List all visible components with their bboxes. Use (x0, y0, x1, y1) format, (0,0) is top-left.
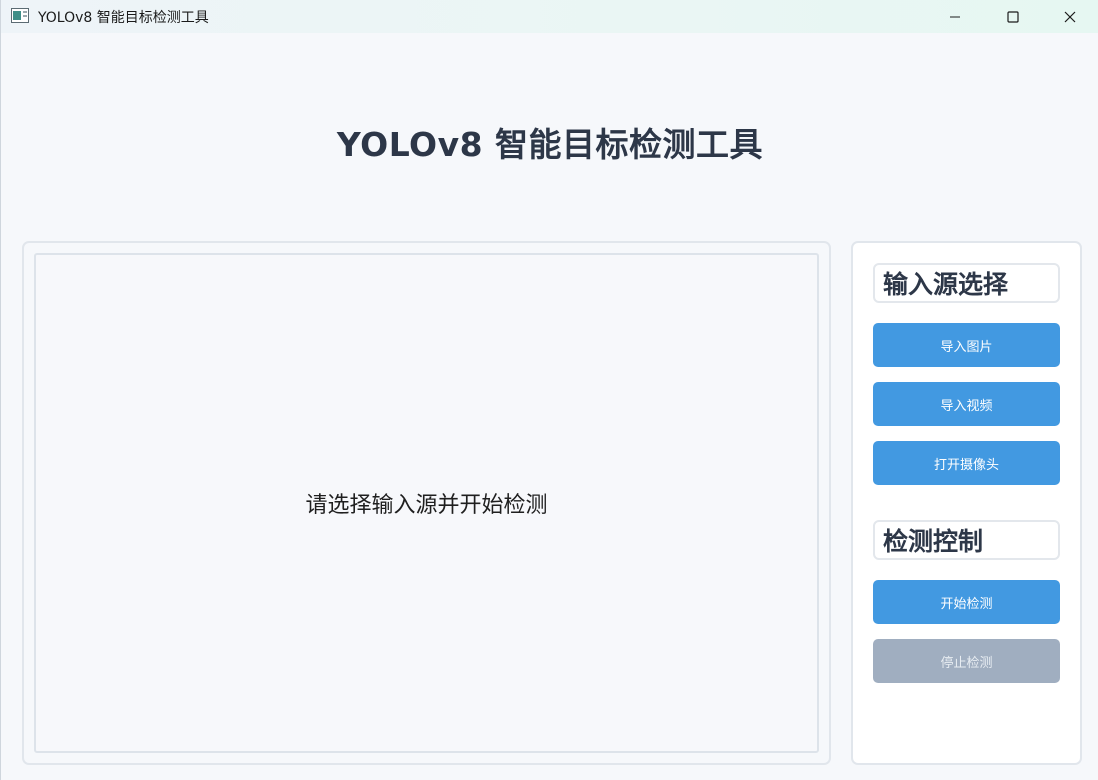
maximize-button[interactable] (984, 0, 1042, 33)
title-bar[interactable]: YOLOv8 智能目标检测工具 (1, 0, 1098, 33)
preview-display: 请选择输入源并开始检测 (34, 253, 819, 753)
app-window-icon (11, 8, 29, 23)
app-window: YOLOv8 智能目标检测工具 YOLOv8 智能目标检测工具 请选择输入源并开… (0, 0, 1098, 780)
start-detection-button[interactable]: 开始检测 (873, 580, 1060, 624)
close-button[interactable] (1041, 0, 1098, 33)
window-title: YOLOv8 智能目标检测工具 (38, 10, 209, 26)
page-title: YOLOv8 智能目标检测工具 (336, 125, 764, 164)
stop-detection-button: 停止检测 (873, 639, 1060, 683)
preview-placeholder: 请选择输入源并开始检测 (305, 493, 548, 518)
minimize-icon (949, 11, 961, 23)
input-source-label: 输入源选择 (873, 263, 1060, 303)
control-panel (851, 241, 1082, 765)
maximize-icon (1007, 10, 1019, 23)
import-image-button[interactable]: 导入图片 (873, 323, 1060, 367)
close-icon (1064, 11, 1076, 23)
import-video-button[interactable]: 导入视频 (873, 382, 1060, 426)
open-camera-button[interactable]: 打开摄像头 (873, 441, 1060, 485)
detection-control-label: 检测控制 (873, 520, 1060, 560)
minimize-button[interactable] (926, 0, 984, 33)
